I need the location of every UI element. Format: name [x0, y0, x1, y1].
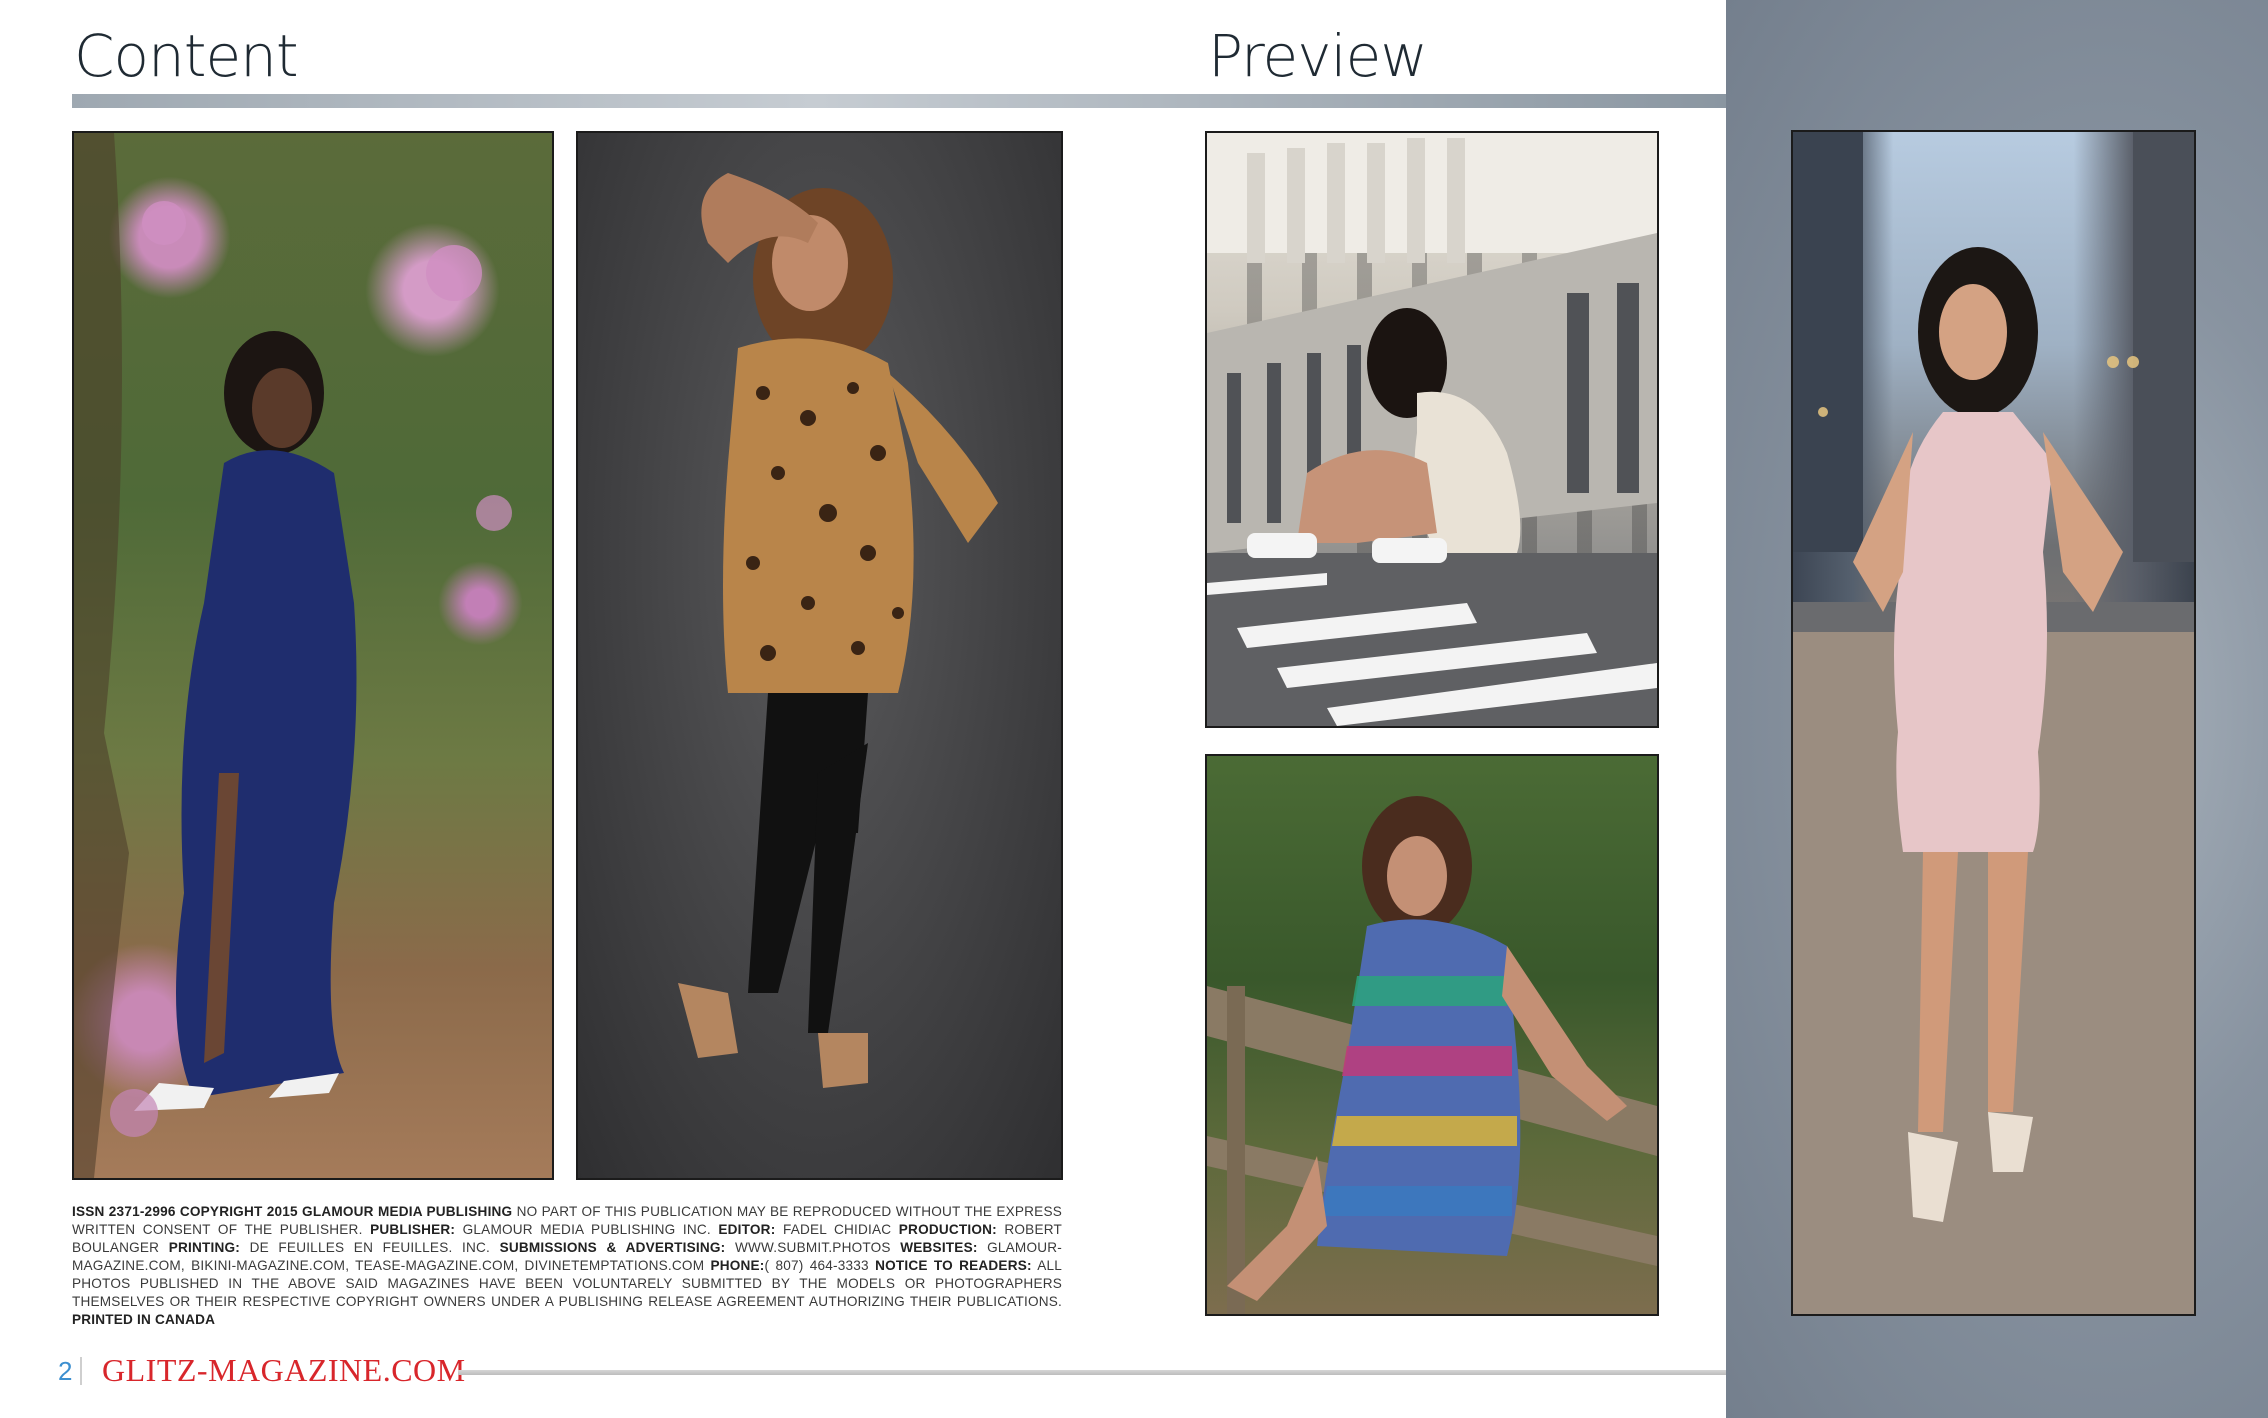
woman-photo-icon: [74, 133, 512, 1178]
footer-divider: [80, 1357, 82, 1385]
preview-heading: Preview: [1208, 22, 1428, 90]
websites-label: WEBSITES:: [900, 1240, 978, 1255]
printing-text: DE FEUILLES EN FEUILLES. INC.: [249, 1240, 490, 1255]
phone-text: ( 807) 464-3333: [764, 1258, 869, 1273]
publisher-text: GLAMOUR MEDIA PUBLISHING INC.: [462, 1222, 711, 1237]
content-heading: Content: [74, 22, 299, 90]
editor-label: EDITOR:: [718, 1222, 776, 1237]
production-label: PRODUCTION:: [898, 1222, 997, 1237]
legal-notice: ISSN 2371-2996 COPYRIGHT 2015 GLAMOUR ME…: [72, 1203, 1062, 1329]
submissions-label: SUBMISSIONS & ADVERTISING:: [499, 1240, 726, 1255]
footer-rule: [458, 1370, 1726, 1375]
issn-text: ISSN 2371-2996 COPYRIGHT 2015 GLAMOUR ME…: [72, 1204, 513, 1219]
photo-leopard-top: [576, 131, 1063, 1180]
page-number: 2: [58, 1356, 73, 1386]
magazine-brand: GLITZ-MAGAZINE.COM: [102, 1352, 466, 1388]
woman-photo-icon: [1207, 133, 1657, 726]
editor-text: FADEL CHIDIAC: [782, 1222, 892, 1237]
woman-photo-icon: [1207, 796, 1657, 1314]
publisher-label: PUBLISHER:: [370, 1222, 456, 1237]
header-rule: [72, 94, 1726, 108]
submissions-text: WWW.SUBMIT.PHOTOS: [734, 1240, 891, 1255]
phone-label: PHONE:: [710, 1258, 765, 1273]
readers-label: NOTICE TO READERS:: [875, 1258, 1032, 1273]
photo-pink-dress-city: [1791, 130, 2196, 1316]
photo-sequin-dress: [1205, 754, 1659, 1316]
photo-blue-gown: [72, 131, 554, 1180]
printed-in-text: PRINTED IN CANADA: [72, 1312, 216, 1327]
woman-photo-icon: [678, 173, 998, 1088]
printing-label: PRINTING:: [168, 1240, 241, 1255]
photo-bridge-sneakers: [1205, 131, 1659, 728]
woman-photo-icon: [1793, 132, 2194, 1314]
